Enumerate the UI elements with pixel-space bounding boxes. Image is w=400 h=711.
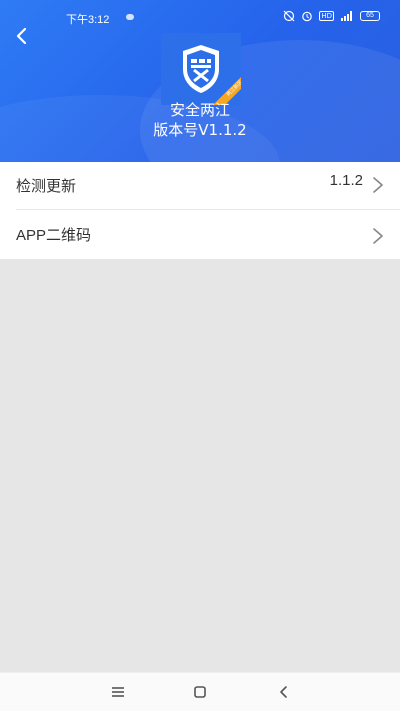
current-version-value: 1.1.2 (329, 172, 363, 189)
message-notification-icon (126, 14, 134, 20)
hd-badge: HD (319, 11, 334, 21)
app-qrcode-label: APP二维码 (16, 227, 92, 244)
signal-icon (341, 11, 352, 21)
do-not-disturb-icon (283, 10, 295, 22)
chevron-right-icon (373, 177, 383, 193)
back-arrow-icon[interactable] (10, 24, 34, 48)
system-navigation-bar (0, 672, 400, 711)
menu-icon[interactable] (110, 685, 126, 699)
chevron-right-icon (373, 228, 383, 244)
battery-indicator: 65 (360, 11, 380, 21)
alarm-icon (302, 11, 313, 22)
header-banner: 下午3:12 HD 65 两江新区 安全两江 版本号V1.1.2 (0, 0, 400, 162)
settings-list: 检测更新 1.1.2 APP二维码 (0, 162, 400, 259)
status-bar: 下午3:12 HD 65 (0, 8, 400, 28)
app-logo: 两江新区 (161, 33, 241, 105)
status-time: 下午3:12 (66, 14, 110, 26)
version-text: 版本号V1.1.2 (153, 121, 247, 139)
check-update-label: 检测更新 (16, 178, 77, 195)
nav-back-icon[interactable] (276, 685, 292, 699)
status-icons: HD 65 (283, 10, 380, 22)
shield-icon: 两江新区 (161, 33, 241, 105)
check-update-row[interactable]: 检测更新 1.1.2 (0, 162, 400, 209)
app-qrcode-row[interactable]: APP二维码 (16, 209, 400, 259)
app-name: 安全两江 (169, 101, 230, 119)
home-icon[interactable] (192, 685, 208, 699)
